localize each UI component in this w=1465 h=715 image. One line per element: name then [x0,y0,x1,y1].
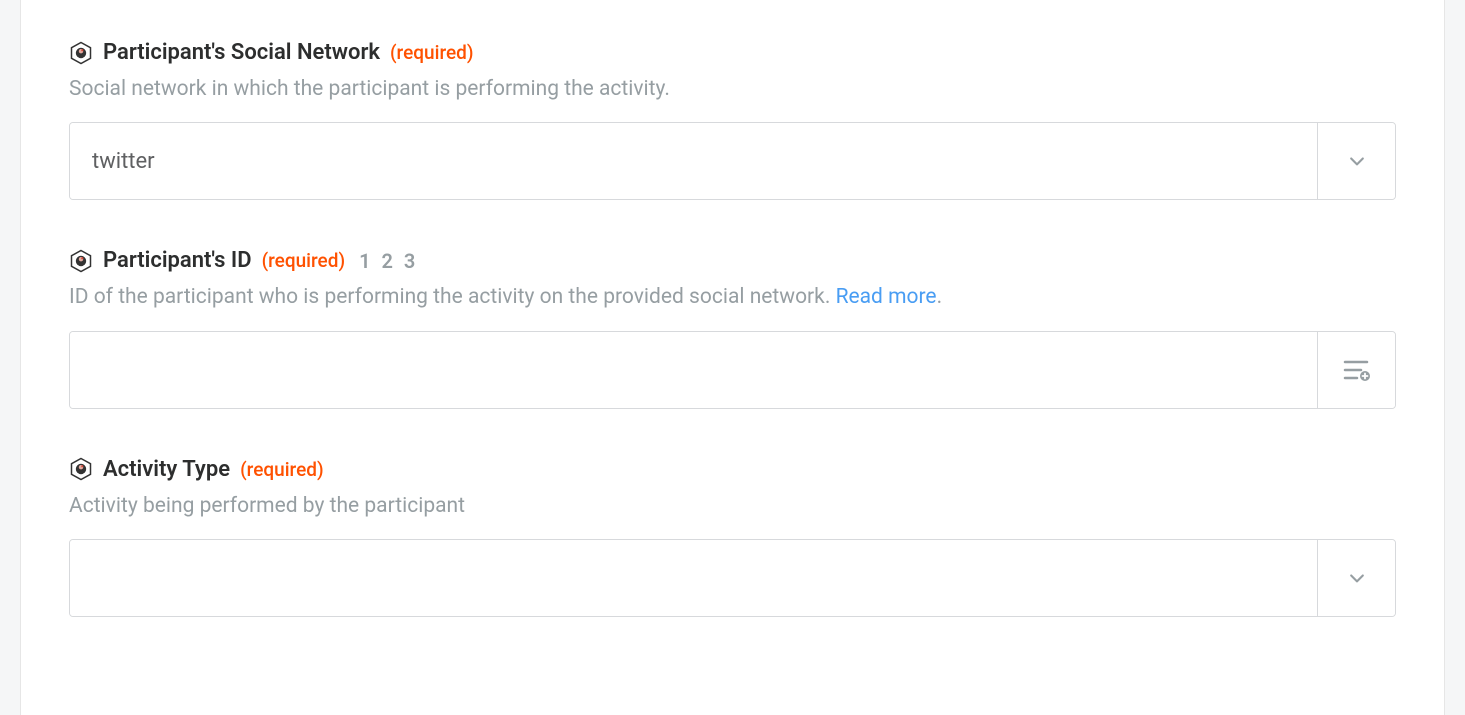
period: . [937,285,943,309]
text-input[interactable] [70,332,1317,408]
form-panel: Participant's Social Network (required) … [20,0,1445,715]
select-value: twitter [70,123,1317,199]
field-description: Social network in which the participant … [69,75,1396,104]
required-badge: (required) [390,41,474,64]
select-value [70,540,1317,616]
field-activity-type: Activity Type (required) Activity being … [69,457,1396,617]
app-hex-icon [69,249,93,273]
app-hex-icon [69,41,93,65]
activity-type-select[interactable] [69,539,1396,617]
field-label: Participant's Social Network [103,40,380,65]
description-text: ID of the participant who is performing … [69,285,836,309]
social-network-select[interactable]: twitter [69,122,1396,200]
field-label: Activity Type [103,457,230,482]
dropdown-toggle[interactable] [1317,540,1395,616]
field-header: Participant's Social Network (required) [69,40,1396,65]
field-header: Participant's ID (required) 1 2 3 [69,248,1396,273]
insert-list-plus-icon [1343,358,1371,382]
chevron-down-icon [1347,568,1367,588]
app-hex-icon [69,457,93,481]
field-participant-id: Participant's ID (required) 1 2 3 ID of … [69,248,1396,408]
required-badge: (required) [240,458,324,481]
field-social-network: Participant's Social Network (required) … [69,40,1396,200]
number-hint-badge: 1 2 3 [359,249,418,273]
field-label: Participant's ID [103,248,252,273]
field-description: ID of the participant who is performing … [69,283,1396,312]
required-badge: (required) [262,249,346,272]
chevron-down-icon [1347,151,1367,171]
read-more-link[interactable]: Read more [836,285,937,309]
field-header: Activity Type (required) [69,457,1396,482]
field-description: Activity being performed by the particip… [69,492,1396,521]
participant-id-input[interactable] [69,331,1396,409]
insert-data-button[interactable] [1317,332,1395,408]
dropdown-toggle[interactable] [1317,123,1395,199]
